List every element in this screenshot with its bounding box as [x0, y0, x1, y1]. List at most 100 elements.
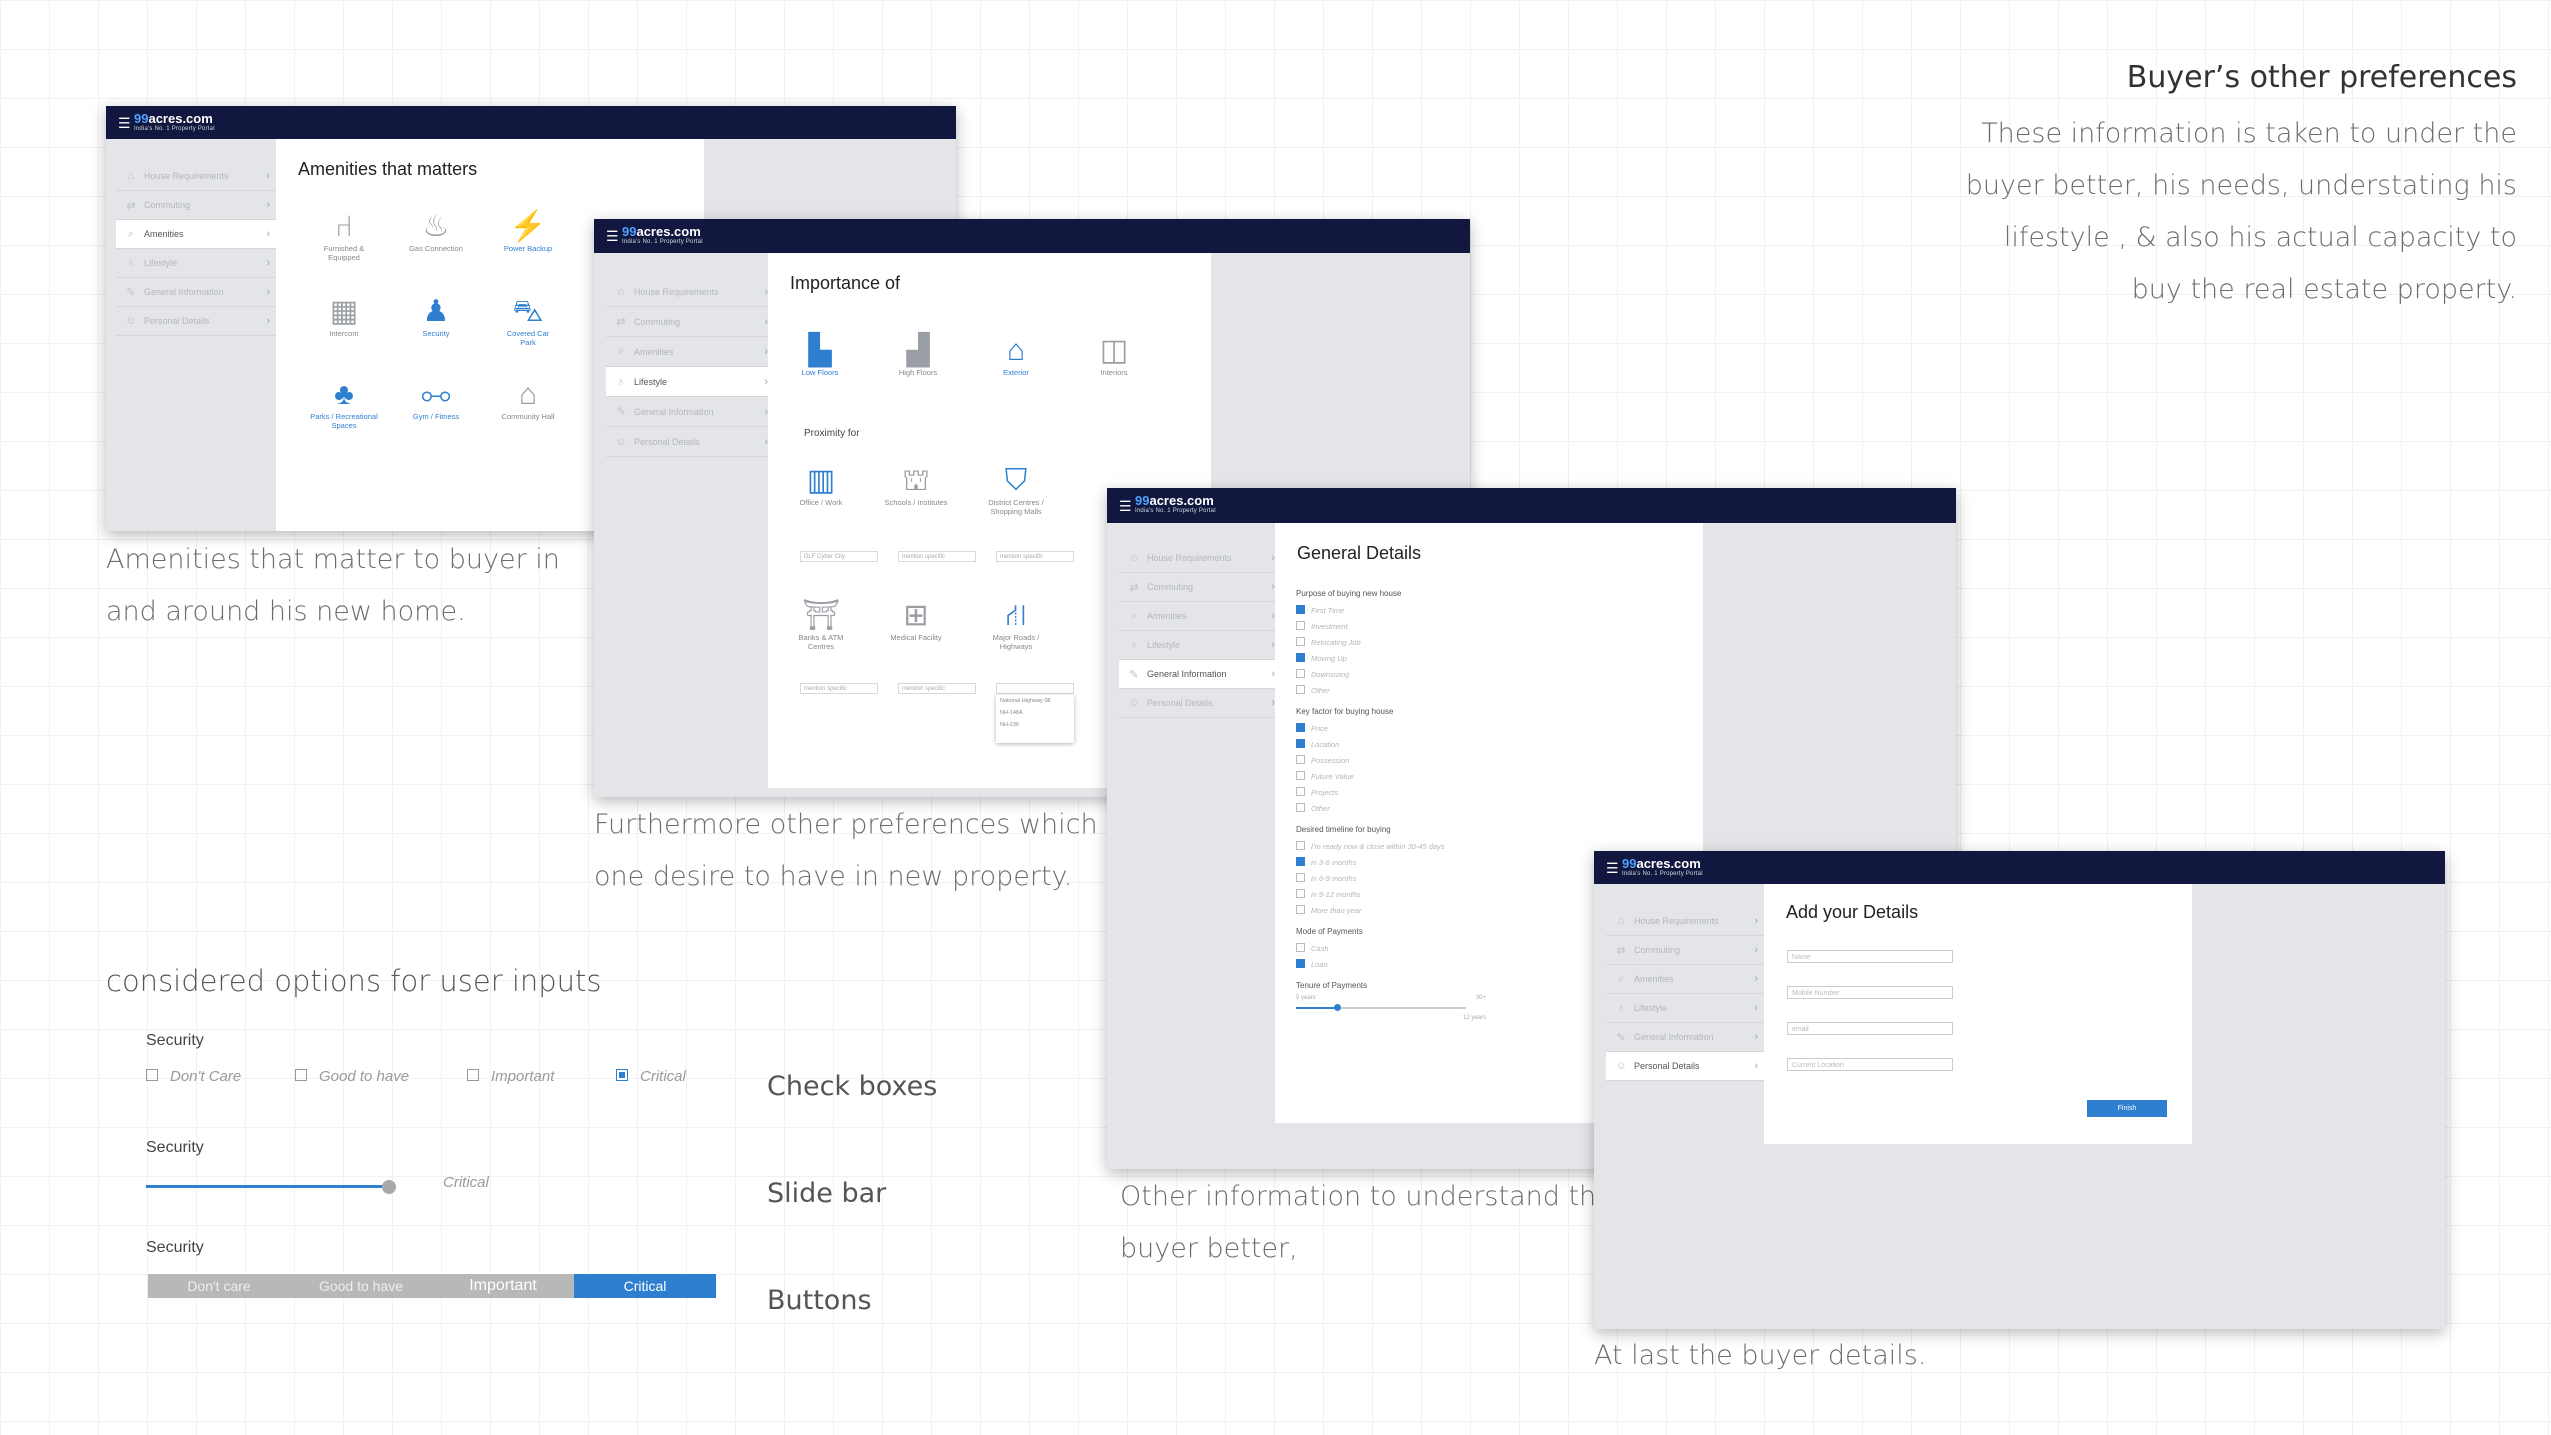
sidebar-item-general[interactable]: ✎ General Information › — [116, 278, 276, 307]
checkbox[interactable] — [1296, 669, 1305, 678]
checkbox-option[interactable]: More than year — [1296, 903, 1486, 919]
menu-icon[interactable]: ☰ — [1119, 499, 1132, 513]
security-slider[interactable] — [146, 1180, 396, 1194]
checkbox[interactable] — [1296, 637, 1305, 646]
sidebar-item-lifestyle[interactable]: ♁ Lifestyle › — [1119, 631, 1281, 660]
location-field[interactable]: Current Location — [1787, 1058, 1953, 1071]
sidebar-item-personal[interactable]: ☺ Personal Details › — [1119, 689, 1281, 718]
sidebar-item-lifestyle[interactable]: ♁ Lifestyle › — [1606, 994, 1764, 1023]
checkbox[interactable] — [1296, 621, 1305, 630]
tile-interiors[interactable]: ◫ Interiors — [1084, 333, 1144, 378]
logo[interactable]: 99acres.com India’s No. 1 Property Porta… — [1622, 856, 1703, 877]
sidebar-item-lifestyle[interactable]: ♁ Lifestyle › — [606, 367, 774, 397]
checkbox[interactable] — [1296, 605, 1305, 614]
sidebar-item-lifestyle[interactable]: ♁ Lifestyle › — [116, 249, 276, 278]
checkbox[interactable] — [1296, 787, 1305, 796]
checkbox-option[interactable]: Other — [1296, 683, 1486, 699]
segment-critical[interactable]: Critical — [574, 1274, 716, 1298]
sidebar-item-commuting[interactable]: ⇄ Commuting › — [116, 191, 276, 220]
option-critical[interactable]: Critical — [616, 1068, 686, 1085]
sidebar-item-house[interactable]: ⌂ House Requirements › — [606, 277, 774, 307]
dropdown-roads[interactable] — [996, 683, 1074, 694]
tile-gym[interactable]: ⧟ Gym / Fitness — [406, 377, 466, 422]
checkbox[interactable] — [1296, 959, 1305, 968]
tile-high-floors[interactable]: ▟ High Floors — [888, 333, 948, 378]
checkbox[interactable] — [1296, 943, 1305, 952]
dropdown-office[interactable]: DLF Cyber City — [800, 551, 878, 562]
tile-office[interactable]: ▥ Office / Work — [786, 463, 856, 508]
sidebar-item-amenities[interactable]: ⌕ Amenities › — [116, 220, 276, 249]
menu-icon[interactable]: ☰ — [606, 229, 619, 243]
sidebar-item-amenities[interactable]: ⌕ Amenities › — [606, 337, 774, 367]
checkbox-option[interactable]: in 3-6 months — [1296, 855, 1486, 871]
tile-parks[interactable]: ♣ Parks / Recreational Spaces — [304, 377, 384, 430]
tile-low-floors[interactable]: ▙ Low Floors — [790, 333, 850, 378]
checkbox[interactable] — [1296, 841, 1305, 850]
checkbox-option[interactable]: I'm ready now & close within 30-45 days — [1296, 839, 1486, 855]
tile-banks[interactable]: ⛩ Banks & ATM Centres — [786, 598, 856, 651]
menu-icon[interactable]: ☰ — [118, 116, 131, 130]
dropdown-malls[interactable]: mention specific — [996, 551, 1074, 562]
tile-community[interactable]: ⌂ Community Hall — [498, 377, 558, 422]
dropdown-schools[interactable]: mention specific — [898, 551, 976, 562]
checkbox[interactable] — [1296, 755, 1305, 764]
slider-thumb[interactable] — [1334, 1004, 1341, 1011]
dropdown-banks[interactable]: mention specific — [800, 683, 878, 694]
logo[interactable]: 99acres.com India’s No. 1 Property Porta… — [134, 111, 215, 132]
sidebar-item-general[interactable]: ✎ General Information › — [606, 397, 774, 427]
logo[interactable]: 99acres.com India’s No. 1 Property Porta… — [1135, 493, 1216, 514]
checkbox-option[interactable]: Price — [1296, 721, 1486, 737]
sidebar-item-amenities[interactable]: ⌕ Amenities › — [1119, 602, 1281, 631]
tile-schools[interactable]: ⛫ Schools / Institutes — [881, 463, 951, 508]
tile-security[interactable]: ♟ Security — [406, 294, 466, 339]
menu-icon[interactable]: ☰ — [1606, 861, 1619, 875]
checkbox[interactable] — [1296, 739, 1305, 748]
checkbox-option[interactable]: in 9-12 months — [1296, 887, 1486, 903]
sidebar-item-house[interactable]: ⌂ House Requirements › — [1119, 544, 1281, 573]
checkbox[interactable] — [146, 1069, 158, 1081]
name-field[interactable]: Name — [1787, 950, 1953, 963]
email-field[interactable]: email — [1787, 1022, 1953, 1035]
sidebar-item-personal[interactable]: ☺ Personal Details › — [116, 307, 276, 336]
tile-gas[interactable]: ♨ Gas Connection — [406, 209, 466, 254]
tile-intercom[interactable]: ▦ Intercom — [314, 294, 374, 339]
sidebar-item-general[interactable]: ✎ General Information › — [1119, 660, 1281, 689]
sidebar-item-commuting[interactable]: ⇄ Commuting › — [1606, 936, 1764, 965]
tile-medical[interactable]: ⊞ Medical Facility — [881, 598, 951, 643]
mobile-field[interactable]: Mobile Number — [1787, 986, 1953, 999]
checkbox[interactable] — [1296, 905, 1305, 914]
checkbox[interactable] — [467, 1069, 479, 1081]
checkbox[interactable] — [1296, 803, 1305, 812]
tenure-slider[interactable]: 5 years 30+ 12 years — [1296, 995, 1486, 1029]
sidebar-item-house[interactable]: ⌂ House Requirements › — [1606, 907, 1764, 936]
checkbox[interactable] — [1296, 857, 1305, 866]
option-dont-care[interactable]: Don't Care — [146, 1068, 241, 1085]
popup-option[interactable]: National Highway 08 — [1000, 695, 1074, 707]
popup-option[interactable]: NH-148A — [1000, 707, 1074, 719]
checkbox-option[interactable]: Cash — [1296, 941, 1486, 957]
checkbox-option[interactable]: Downsizing — [1296, 667, 1486, 683]
checkbox[interactable] — [1296, 723, 1305, 732]
checkbox-option[interactable]: Projects — [1296, 785, 1486, 801]
tile-exterior[interactable]: ⌂ Exterior — [986, 333, 1046, 378]
tile-furnished[interactable]: ⑁ Furnished & Equipped — [314, 209, 374, 262]
checkbox[interactable] — [1296, 873, 1305, 882]
popup-option[interactable]: NH-236 — [1000, 719, 1074, 731]
sidebar-item-personal[interactable]: ☺ Personal Details › — [1606, 1052, 1764, 1081]
checkbox[interactable] — [295, 1069, 307, 1081]
checkbox[interactable] — [1296, 685, 1305, 694]
tile-malls[interactable]: ⛉ District Centres / Shopping Malls — [976, 463, 1056, 516]
option-important[interactable]: Important — [467, 1068, 554, 1085]
slider-thumb[interactable] — [382, 1180, 396, 1194]
segment-dont-care[interactable]: Don't care — [148, 1274, 290, 1298]
finish-button[interactable]: Finish — [2087, 1100, 2167, 1117]
sidebar-item-commuting[interactable]: ⇄ Commuting › — [1119, 573, 1281, 602]
checkbox-option[interactable]: Investment — [1296, 619, 1486, 635]
tile-car-park[interactable]: ⛍ Covered Car Park — [498, 294, 558, 347]
sidebar-item-personal[interactable]: ☺ Personal Details › — [606, 427, 774, 457]
tile-roads[interactable]: ⛙ Major Roads / Highways — [976, 598, 1056, 651]
sidebar-item-house[interactable]: ⌂ House Requirements › — [116, 162, 276, 191]
checkbox-option[interactable]: Loan — [1296, 957, 1486, 973]
logo[interactable]: 99acres.com India’s No. 1 Property Porta… — [622, 224, 703, 245]
sidebar-item-amenities[interactable]: ⌕ Amenities › — [1606, 965, 1764, 994]
